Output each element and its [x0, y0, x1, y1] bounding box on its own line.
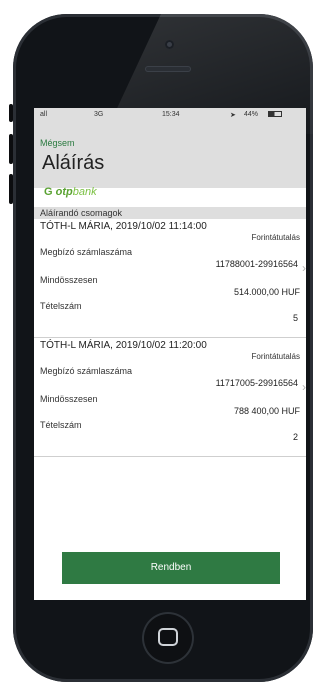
battery-icon [268, 111, 282, 117]
signal-icon: all [40, 111, 48, 118]
section-title: Aláírandó csomagok [40, 208, 123, 218]
total-label: Mindösszesen [40, 394, 98, 404]
home-button-icon [158, 628, 178, 646]
total-amount: 788 400,00 HUF [233, 406, 300, 416]
logo-text-bank: bank [72, 186, 97, 198]
volume-up-button [9, 134, 13, 164]
app-screen: all 3G 15:34 ➤ 44% Mégsem Aláírás G otpb… [34, 108, 306, 600]
item-count-label: Tételszám [40, 420, 82, 430]
cancel-button[interactable]: Mégsem [40, 138, 75, 148]
item-count-label: Tételszám [40, 301, 82, 311]
package-header: TÓTH-L MÁRIA, 2019/10/02 11:20:00 [40, 340, 207, 351]
total-label: Mindösszesen [40, 275, 98, 285]
network-label: 3G [94, 111, 104, 118]
package-header: TÓTH-L MÁRIA, 2019/10/02 11:14:00 [40, 221, 207, 232]
chevron-right-icon: › [302, 261, 306, 275]
account-number: 11788001-29916564 [215, 259, 298, 269]
time: 15:34 [162, 111, 180, 118]
total-amount: 514.000,00 HUF [233, 287, 300, 297]
account-number: 11717005-29916564 [215, 378, 298, 388]
battery-percent: 44% [244, 111, 259, 118]
earpiece-speaker [145, 66, 191, 72]
chevron-right-icon: › [302, 380, 306, 394]
location-icon: ➤ [230, 112, 236, 119]
package-item[interactable]: TÓTH-L MÁRIA, 2019/10/02 11:20:00 Forint… [34, 338, 306, 457]
account-label: Megbízó számlaszáma [40, 247, 133, 257]
item-count: 5 [292, 313, 298, 323]
logo-text-otp: otp [55, 186, 73, 198]
package-type: Forintátutalás [251, 233, 300, 242]
package-item[interactable]: TÓTH-L MÁRIA, 2019/10/02 11:14:00 Forint… [34, 219, 306, 338]
navigation-bar: Mégsem Aláírás [34, 122, 306, 188]
logo-mark: G [44, 186, 53, 198]
otp-bank-logo: G otpbank [44, 186, 304, 204]
mute-switch [9, 104, 13, 122]
account-label: Megbízó számlaszáma [40, 366, 133, 376]
section-header: Aláírandó csomagok [34, 207, 306, 219]
confirm-button[interactable]: Rendben [62, 552, 280, 584]
package-type: Forintátutalás [251, 352, 300, 361]
page-title: Aláírás [42, 152, 105, 174]
status-bar: all 3G 15:34 ➤ 44% [34, 108, 306, 122]
item-count: 2 [292, 432, 298, 442]
volume-down-button [9, 174, 13, 204]
front-camera [165, 40, 174, 49]
